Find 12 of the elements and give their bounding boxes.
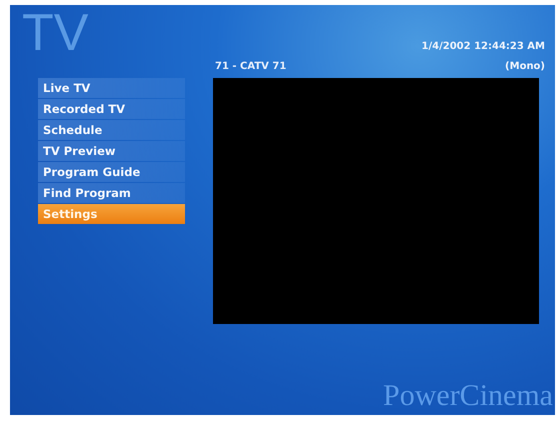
menu-item[interactable]: Live TV (38, 78, 185, 98)
section-title: TV (22, 7, 88, 59)
audio-mode: (Mono) (505, 61, 545, 72)
menu-item[interactable]: Program Guide (38, 162, 185, 182)
menu-item[interactable]: Settings (38, 204, 185, 224)
date-time: 1/4/2002 12:44:23 AM (422, 41, 545, 52)
brand-logo: PowerCinema (383, 379, 553, 413)
channel-label: 71 - CATV 71 (215, 61, 286, 72)
menu-item[interactable]: TV Preview (38, 141, 185, 161)
menu-item[interactable]: Schedule (38, 120, 185, 140)
menu-item[interactable]: Find Program (38, 183, 185, 203)
menu-item[interactable]: Recorded TV (38, 99, 185, 119)
